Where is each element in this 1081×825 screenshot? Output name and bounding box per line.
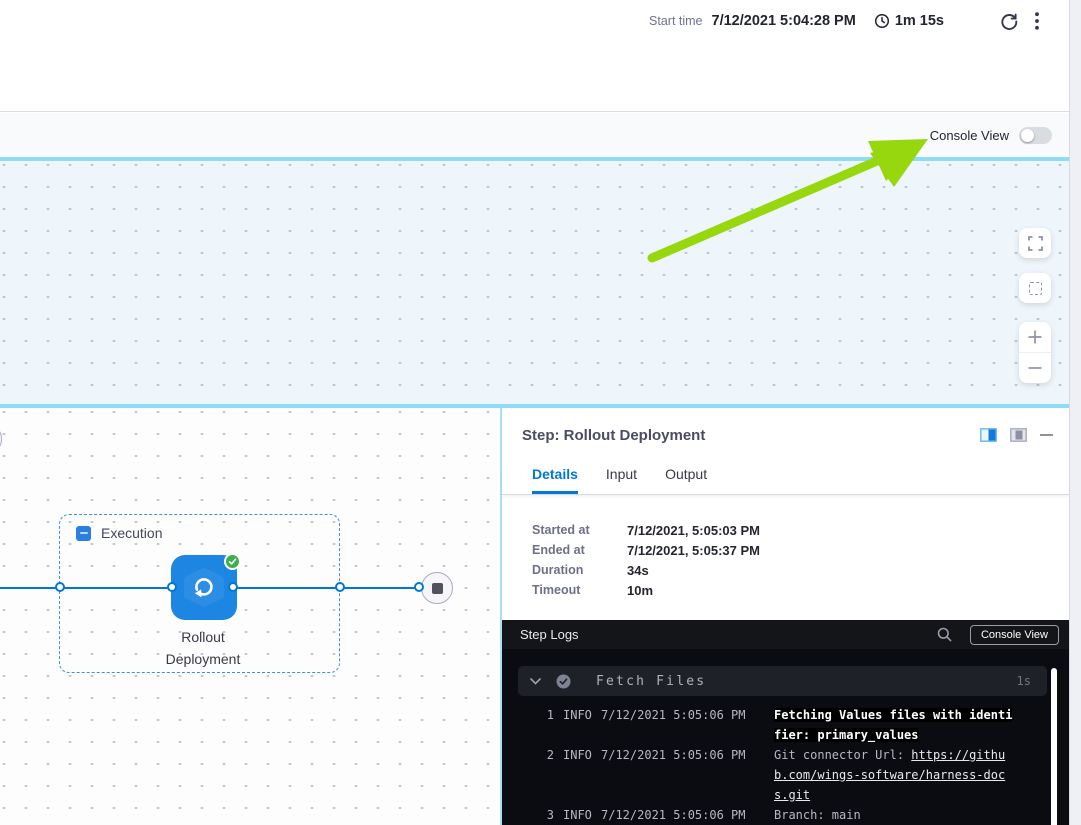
log-line: 1 INFO 7/12/2021 5:05:06 PM Fetching Val… xyxy=(502,705,1069,745)
console-view-button[interactable]: Console View xyxy=(970,625,1059,645)
marquee-icon xyxy=(1029,282,1042,295)
tab-output[interactable]: Output xyxy=(665,463,707,494)
pipeline-canvas-upper[interactable] xyxy=(0,161,1069,404)
log-message: Branch: main xyxy=(774,805,1012,825)
detail-row-started: Started at 7/12/2021, 5:05:03 PM xyxy=(532,520,760,540)
page-scrollbar[interactable] xyxy=(1069,0,1081,825)
execution-group-label: Execution xyxy=(101,525,162,541)
tab-input[interactable]: Input xyxy=(606,463,637,494)
log-line: 2 INFO 7/12/2021 5:05:06 PM Git connecto… xyxy=(502,745,1069,805)
detail-value: 10m xyxy=(627,583,653,598)
pipeline-execution-page: Start time 7/12/2021 5:04:28 PM 1m 15s C… xyxy=(0,0,1081,825)
log-scrollbar-thumb[interactable] xyxy=(1051,668,1057,825)
detail-label: Started at xyxy=(532,523,627,537)
check-circle-icon xyxy=(556,674,571,689)
detail-row-timeout: Timeout 10m xyxy=(532,580,760,600)
connector-dot xyxy=(335,582,345,592)
start-time-label: Start time xyxy=(649,14,703,28)
refresh-button[interactable] xyxy=(1000,12,1019,31)
log-line-number: 1 xyxy=(542,705,554,725)
detail-label: Timeout xyxy=(532,583,627,597)
detail-row-ended: Ended at 7/12/2021, 5:05:37 PM xyxy=(532,540,760,560)
step-logs-title: Step Logs xyxy=(520,627,937,642)
execution-group-header[interactable]: Execution xyxy=(76,525,162,541)
search-icon[interactable] xyxy=(937,627,952,642)
panel-layout-controls xyxy=(980,428,1053,442)
split-view-icon[interactable] xyxy=(980,428,997,442)
more-options-button[interactable] xyxy=(1035,12,1039,30)
log-line: 3 INFO 7/12/2021 5:05:06 PM Branch: main xyxy=(502,805,1069,825)
pipeline-canvas-lower[interactable]: Execution Rollout Deployment xyxy=(0,408,500,825)
console-view-toggle[interactable] xyxy=(1019,127,1052,144)
detail-row-duration: Duration 34s xyxy=(532,560,760,580)
minus-icon xyxy=(1027,360,1043,376)
panel-title: Step: Rollout Deployment xyxy=(522,427,705,444)
start-time-value: 7/12/2021 5:04:28 PM xyxy=(712,13,856,29)
connector-dot xyxy=(228,582,238,592)
elapsed-duration: 1m 15s xyxy=(895,13,944,29)
detail-value: 7/12/2021, 5:05:37 PM xyxy=(627,543,760,558)
log-level: INFO xyxy=(563,705,595,725)
kebab-icon xyxy=(1035,12,1039,30)
log-group-fetch-files[interactable]: Fetch Files 1s xyxy=(518,666,1047,696)
log-timestamp: 7/12/2021 5:05:06 PM xyxy=(601,805,751,825)
refresh-icon xyxy=(1000,12,1019,31)
clock-icon xyxy=(874,13,890,29)
log-message: Git connector Url: https://github.com/wi… xyxy=(774,745,1012,805)
right-panel-view-icon[interactable] xyxy=(1010,428,1027,442)
node-label: Rollout Deployment xyxy=(133,626,273,670)
stop-node[interactable] xyxy=(421,572,453,604)
stop-icon xyxy=(432,583,443,594)
zoom-in-button[interactable] xyxy=(1019,322,1051,352)
log-line-number: 3 xyxy=(542,805,554,825)
detail-value: 7/12/2021, 5:05:03 PM xyxy=(627,523,760,538)
step-details-panel: Step: Rollout Deployment Details Input O… xyxy=(500,408,1069,825)
fullscreen-button[interactable] xyxy=(1019,228,1051,258)
tab-details[interactable]: Details xyxy=(532,463,578,494)
chevron-down-icon[interactable] xyxy=(530,678,541,685)
connector-dot xyxy=(55,582,65,592)
step-logs-console: Fetch Files 1s 1 INFO 7/12/2021 5:05:06 … xyxy=(502,649,1069,825)
connector-dot xyxy=(167,582,177,592)
zoom-controls xyxy=(1019,322,1051,383)
log-group-name: Fetch Files xyxy=(596,674,1017,689)
step-details-list: Started at 7/12/2021, 5:05:03 PM Ended a… xyxy=(532,520,760,600)
detail-value: 34s xyxy=(627,563,649,578)
page-header: Start time 7/12/2021 5:04:28 PM 1m 15s xyxy=(0,0,1069,112)
rollout-icon xyxy=(190,574,218,602)
minimize-panel-button[interactable] xyxy=(1040,434,1053,436)
collapse-group-icon[interactable] xyxy=(76,526,91,541)
log-timestamp: 7/12/2021 5:05:06 PM xyxy=(601,705,751,725)
panel-tabs-bar: Details Input Output xyxy=(502,463,1069,495)
execution-meta: Start time 7/12/2021 5:04:28 PM 1m 15s xyxy=(649,8,1039,34)
log-level: INFO xyxy=(563,805,595,825)
toggle-knob xyxy=(1021,129,1034,142)
plus-icon xyxy=(1027,329,1043,345)
connector-dot xyxy=(414,582,424,592)
detail-label: Duration xyxy=(532,563,627,577)
log-message: Fetching Values files with identifier: p… xyxy=(774,705,1012,745)
stage-toolbar: Console View xyxy=(0,113,1069,157)
success-check-icon xyxy=(224,553,241,570)
log-level: INFO xyxy=(563,745,595,765)
step-logs-header: Step Logs Console View xyxy=(502,620,1069,649)
log-timestamp: 7/12/2021 5:05:06 PM xyxy=(601,745,751,765)
zoom-out-button[interactable] xyxy=(1019,352,1051,383)
fit-to-screen-button[interactable] xyxy=(1019,273,1051,303)
offscreen-node[interactable] xyxy=(0,423,2,455)
log-group-duration: 1s xyxy=(1017,674,1031,688)
console-view-label: Console View xyxy=(930,128,1009,143)
detail-label: Ended at xyxy=(532,543,627,557)
fullscreen-icon xyxy=(1028,236,1043,251)
log-line-number: 2 xyxy=(542,745,554,765)
